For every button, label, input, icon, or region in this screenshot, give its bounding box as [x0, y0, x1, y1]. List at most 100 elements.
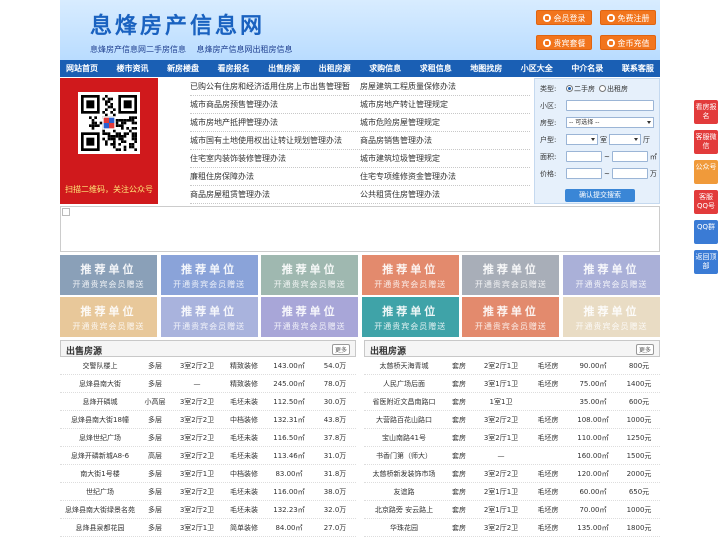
- room-select[interactable]: [566, 134, 598, 145]
- nav-item-10[interactable]: 中介名录: [571, 63, 603, 74]
- listing-cell: 3室2厅2卫: [179, 415, 215, 424]
- policy-link[interactable]: 已购公有住房和经济适用住房上市出售管理暂: [190, 81, 360, 92]
- nav-item-4[interactable]: 出售房源: [268, 63, 300, 74]
- recommended-unit-ad[interactable]: 推荐单位 开通贵宾会员赠送: [563, 255, 660, 295]
- listing-row[interactable]: 息烽县南大街 多层 — 精致装修 245.00㎡ 78.0万: [60, 375, 356, 393]
- nav-item-1[interactable]: 楼市资讯: [117, 63, 149, 74]
- recommended-unit-ad[interactable]: 推荐单位 开通贵宾会员赠送: [60, 297, 157, 337]
- listing-cell: 多层: [148, 415, 162, 424]
- listing-row[interactable]: 息烽世纪广场 多层 3室2厅2卫 毛坯未装 116.50㎡ 37.8万: [60, 429, 356, 447]
- policy-link[interactable]: 城市房地产抵押管理办法: [190, 117, 360, 128]
- listing-row[interactable]: 宝山南路41号 套房 3室2厅1卫 毛坯房 110.00㎡ 1250元: [364, 429, 660, 447]
- side-float-button[interactable]: 公众号: [694, 160, 718, 184]
- listing-row[interactable]: 人民广场后面 套房 3室1厅1卫 毛坯房 75.00㎡ 1400元: [364, 375, 660, 393]
- radio-second-hand[interactable]: 二手房: [566, 84, 595, 94]
- listing-row[interactable]: 友谊路 套房 2室1厅1卫 毛坯房 60.00㎡ 650元: [364, 483, 660, 501]
- listing-row[interactable]: 北京路旁 安云路上 套房 2室1厅1卫 毛坯房 70.00㎡ 1000元: [364, 501, 660, 519]
- listing-row[interactable]: 省医附近文昌南路口 套房 1室1卫 35.00㎡ 600元: [364, 393, 660, 411]
- policy-link[interactable]: 城市房地产转让管理规定: [360, 99, 530, 110]
- recommended-unit-ad[interactable]: 推荐单位 开通贵宾会员赠送: [361, 255, 459, 295]
- listing-row[interactable]: 息烽县南大街18幢 多层 3室2厅2卫 中档装修 132.31㎡ 43.8万: [60, 411, 356, 429]
- listing-row[interactable]: 息烽开磷新城A8-6 高层 3室2厅2卫 毛坯未装 113.46㎡ 31.0万: [60, 447, 356, 465]
- property-type-select[interactable]: -- 可选择 --: [566, 117, 654, 128]
- recommended-unit-ad[interactable]: 推荐单位 开通贵宾会员赠送: [361, 297, 459, 337]
- policy-link[interactable]: 城市危险房屋管理规定: [360, 117, 530, 128]
- radio-rent[interactable]: 出租房: [599, 84, 628, 94]
- listing-row[interactable]: 世纪广场 多层 3室2厅2卫 毛坯未装 116.00㎡ 38.0万: [60, 483, 356, 501]
- listing-cell: 113.46㎡: [273, 451, 305, 460]
- listing-cell: 1500元: [626, 451, 652, 460]
- listing-cell: 套房: [452, 505, 466, 514]
- listing-cell: 太慈桥天海青城: [379, 361, 429, 370]
- price-min-input[interactable]: [566, 168, 602, 179]
- area-max-input[interactable]: [611, 151, 648, 162]
- ad-title: 推荐单位: [80, 305, 137, 318]
- login-button[interactable]: 会员登录: [536, 10, 592, 25]
- nav-item-7[interactable]: 求租信息: [420, 63, 452, 74]
- side-float-button[interactable]: 返回顶部: [694, 250, 718, 274]
- vip-package-button[interactable]: 贵宾套餐: [536, 35, 592, 50]
- community-input[interactable]: [566, 100, 654, 111]
- listing-row[interactable]: 交警队楼上 多层 3室2厅2卫 精致装修 143.00㎡ 54.0万: [60, 357, 356, 375]
- recommended-unit-ad[interactable]: 推荐单位 开通贵宾会员赠送: [160, 297, 258, 337]
- listing-row[interactable]: 太慈桥天海青城 套房 2室2厅1卫 毛坯房 90.00㎡ 800元: [364, 357, 660, 375]
- nav-item-11[interactable]: 联系客服: [622, 63, 654, 74]
- policy-link[interactable]: 房屋建筑工程质量保修办法: [360, 81, 530, 92]
- listing-row[interactable]: 息烽开磷城 小高层 3室2厅2卫 毛坯未装 112.50㎡ 30.0万: [60, 393, 356, 411]
- side-float-button[interactable]: 客服微信: [694, 130, 718, 154]
- subtitle-link-sale[interactable]: 息烽房产信息网二手房信息: [90, 45, 186, 54]
- side-float-button[interactable]: 看房报名: [694, 100, 718, 124]
- nav-item-9[interactable]: 小区大全: [521, 63, 553, 74]
- listing-row[interactable]: 华珠花园 套房 3室2厅2卫 毛坯房 135.00㎡ 1800元: [364, 519, 660, 537]
- side-float-button[interactable]: QQ群: [694, 220, 718, 244]
- ad-title: 推荐单位: [281, 263, 338, 276]
- listing-row[interactable]: 息烽县南大街绿景名苑 多层 3室2厅2卫 毛坯未装 132.23㎡ 32.0万: [60, 501, 356, 519]
- policy-row: 城市国有土地使用权出让转让规划管理办法 商品房销售管理办法: [190, 132, 530, 150]
- nav-item-0[interactable]: 网站首页: [66, 63, 98, 74]
- policy-link[interactable]: 城市商品房预售管理办法: [190, 99, 360, 110]
- listing-row[interactable]: 书香门第（师大） 套房 — 160.00㎡ 1500元: [364, 447, 660, 465]
- ad-title: 推荐单位: [281, 305, 338, 318]
- nav-item-2[interactable]: 新房楼盘: [167, 63, 199, 74]
- listing-row[interactable]: 南大街1号楼 多层 3室2厅1卫 中档装修 83.00㎡ 31.8万: [60, 465, 356, 483]
- listing-row[interactable]: 息烽县泉都花园 多层 3室2厅1卫 简单装修 84.00㎡ 27.0万: [60, 519, 356, 537]
- side-float-button[interactable]: 客服QQ号: [694, 190, 718, 214]
- register-button[interactable]: 免费注册: [600, 10, 656, 25]
- subtitle-link-rent[interactable]: 息烽房产信息网出租房信息: [197, 45, 293, 54]
- recommended-unit-ad[interactable]: 推荐单位 开通贵宾会员赠送: [60, 255, 157, 295]
- search-submit-button[interactable]: 确认提交搜索: [565, 189, 635, 202]
- qr-panel: 扫描二维码，关注公众号: [60, 78, 158, 204]
- policy-link[interactable]: 公共租赁住房管理办法: [360, 189, 530, 200]
- sale-more-button[interactable]: 更多: [331, 344, 350, 355]
- policy-link[interactable]: 商品房屋租赁管理办法: [190, 189, 360, 200]
- nav-item-3[interactable]: 看房报名: [218, 63, 250, 74]
- recommended-unit-ad[interactable]: 推荐单位 开通贵宾会员赠送: [261, 297, 359, 337]
- area-min-input[interactable]: [566, 151, 602, 162]
- recharge-button[interactable]: 金币充值: [600, 35, 656, 50]
- rent-more-button[interactable]: 更多: [635, 344, 654, 355]
- recommended-unit-ad[interactable]: 推荐单位 开通贵宾会员赠送: [462, 255, 560, 295]
- nav-item-5[interactable]: 出租房源: [319, 63, 351, 74]
- recommended-unit-ad[interactable]: 推荐单位 开通贵宾会员赠送: [261, 255, 359, 295]
- nav-item-6[interactable]: 求购信息: [369, 63, 401, 74]
- price-max-input[interactable]: [611, 168, 648, 179]
- listing-row[interactable]: 太慈桥新发装饰市场 套房 3室2厅2卫 毛坯房 120.00㎡ 2000元: [364, 465, 660, 483]
- search-price-row: 价格: ~ 万: [540, 168, 657, 179]
- policy-link[interactable]: 住宅室内装饰装修管理办法: [190, 153, 360, 164]
- recommended-unit-ad[interactable]: 推荐单位 开通贵宾会员赠送: [462, 297, 560, 337]
- banner-ad[interactable]: [60, 206, 660, 252]
- policy-link[interactable]: 商品房销售管理办法: [360, 135, 530, 146]
- policy-link[interactable]: 廉租住房保障办法: [190, 171, 360, 182]
- listing-cell: 1250元: [626, 433, 652, 442]
- policy-link[interactable]: 住宅专项维修资金管理办法: [360, 171, 530, 182]
- recommended-unit-ad[interactable]: 推荐单位 开通贵宾会员赠送: [563, 297, 660, 337]
- policy-link[interactable]: 城市建筑垃圾管理规定: [360, 153, 530, 164]
- site-logo[interactable]: 息烽房产信息网: [90, 8, 265, 40]
- recommended-unit-ad[interactable]: 推荐单位 开通贵宾会员赠送: [160, 255, 258, 295]
- listing-row[interactable]: 大营路百花山路口 套房 3室2厅2卫 毛坯房 108.00㎡ 1000元: [364, 411, 660, 429]
- listing-cell: 套房: [452, 487, 466, 496]
- listing-cell: 息烽开磷新城A8-6: [70, 451, 130, 460]
- nav-item-8[interactable]: 地图找房: [470, 63, 502, 74]
- hall-select[interactable]: [609, 134, 641, 145]
- policy-link[interactable]: 城市国有土地使用权出让转让规划管理办法: [190, 135, 360, 146]
